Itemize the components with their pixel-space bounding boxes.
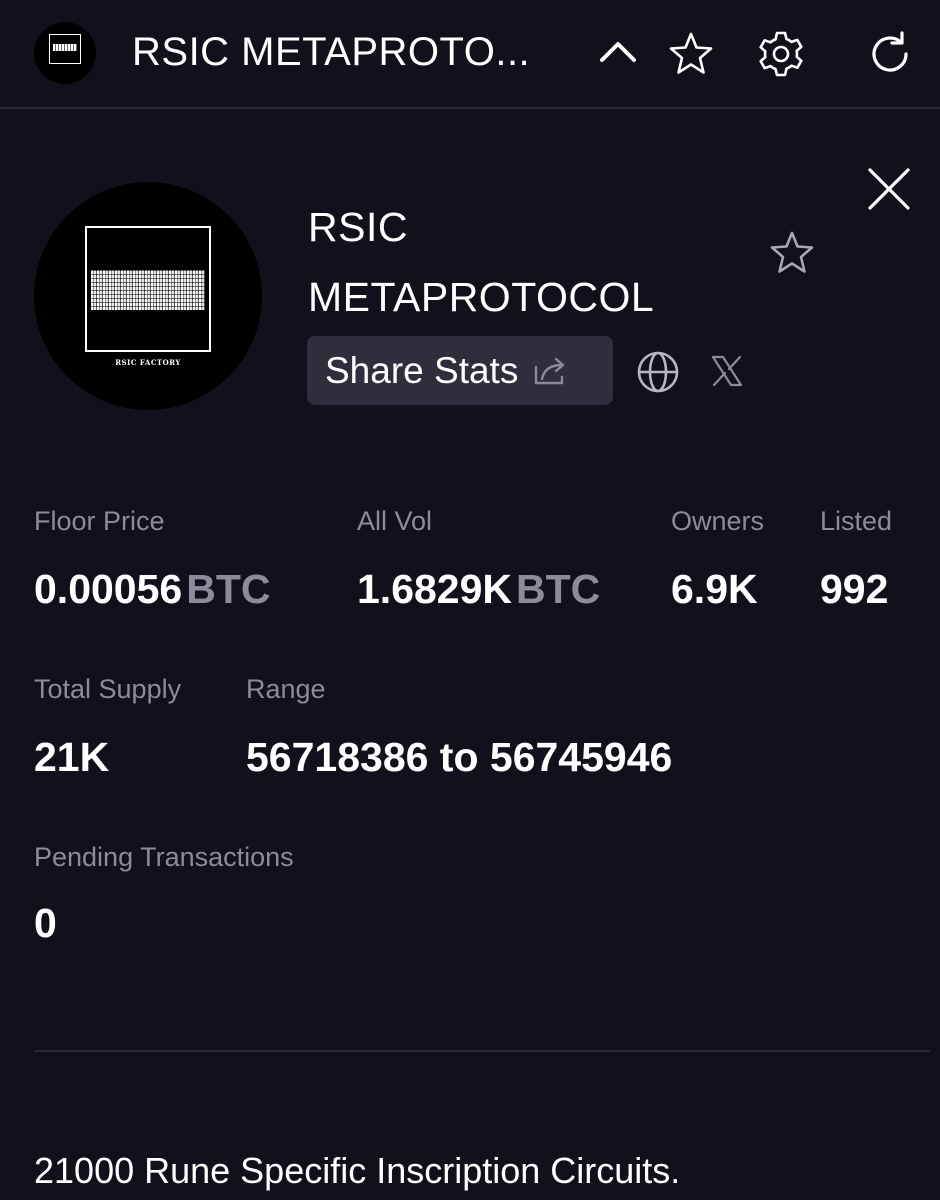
floor-price-number: 0.00056 <box>34 566 183 612</box>
top-bar-title[interactable]: RSIC METAPROTO... <box>132 30 530 75</box>
chevron-up-icon[interactable] <box>592 28 644 80</box>
collection-name-line1: RSIC <box>308 204 408 250</box>
all-vol-unit: BTC <box>516 566 601 612</box>
top-bar: RSIC METAPROTO... <box>0 0 940 109</box>
share-icon <box>530 351 570 391</box>
logo-caption: RSIC FACTORY <box>115 358 181 367</box>
total-supply-value: 21K <box>34 734 110 780</box>
pending-transactions-value: 0 <box>34 900 57 946</box>
owners-label: Owners <box>671 506 765 536</box>
all-vol-number: 1.6829K <box>357 566 513 612</box>
close-icon[interactable] <box>864 164 914 214</box>
total-supply-label: Total Supply <box>34 674 182 704</box>
collection-description: 21000 Rune Specific Inscription Circuits… <box>34 1150 681 1191</box>
refresh-icon[interactable] <box>864 28 916 80</box>
favorite-star-icon[interactable] <box>766 227 818 279</box>
share-stats-label: Share Stats <box>325 349 519 391</box>
collection-name-line2: METAPROTOCOL <box>308 274 655 320</box>
floor-price-unit: BTC <box>186 566 271 612</box>
floor-price-value: 0.00056BTC <box>34 566 270 613</box>
listed-value: 992 <box>820 566 889 612</box>
collection-avatar-small[interactable] <box>34 22 96 84</box>
pending-transactions-label: Pending Transactions <box>34 842 294 872</box>
listed-label: Listed <box>820 506 893 536</box>
all-vol-value: 1.6829KBTC <box>357 566 600 613</box>
floor-price-label: Floor Price <box>34 506 165 536</box>
share-stats-button[interactable]: Share Stats <box>307 336 613 405</box>
globe-icon[interactable] <box>636 350 680 394</box>
all-vol-label: All Vol <box>357 506 433 536</box>
section-divider <box>34 1050 930 1052</box>
collection-panel: RSIC METAPROTO... RSIC FACTORY RSIC META… <box>0 0 940 1200</box>
owners-value: 6.9K <box>671 566 758 612</box>
range-label: Range <box>246 674 326 704</box>
collection-logo: RSIC FACTORY <box>34 182 262 410</box>
x-icon[interactable] <box>710 354 744 388</box>
gear-icon[interactable] <box>755 28 807 80</box>
star-icon[interactable] <box>665 28 717 80</box>
collection-name: RSIC METAPROTOCOL <box>308 192 654 332</box>
range-value: 56718386 to 56745946 <box>246 734 673 780</box>
